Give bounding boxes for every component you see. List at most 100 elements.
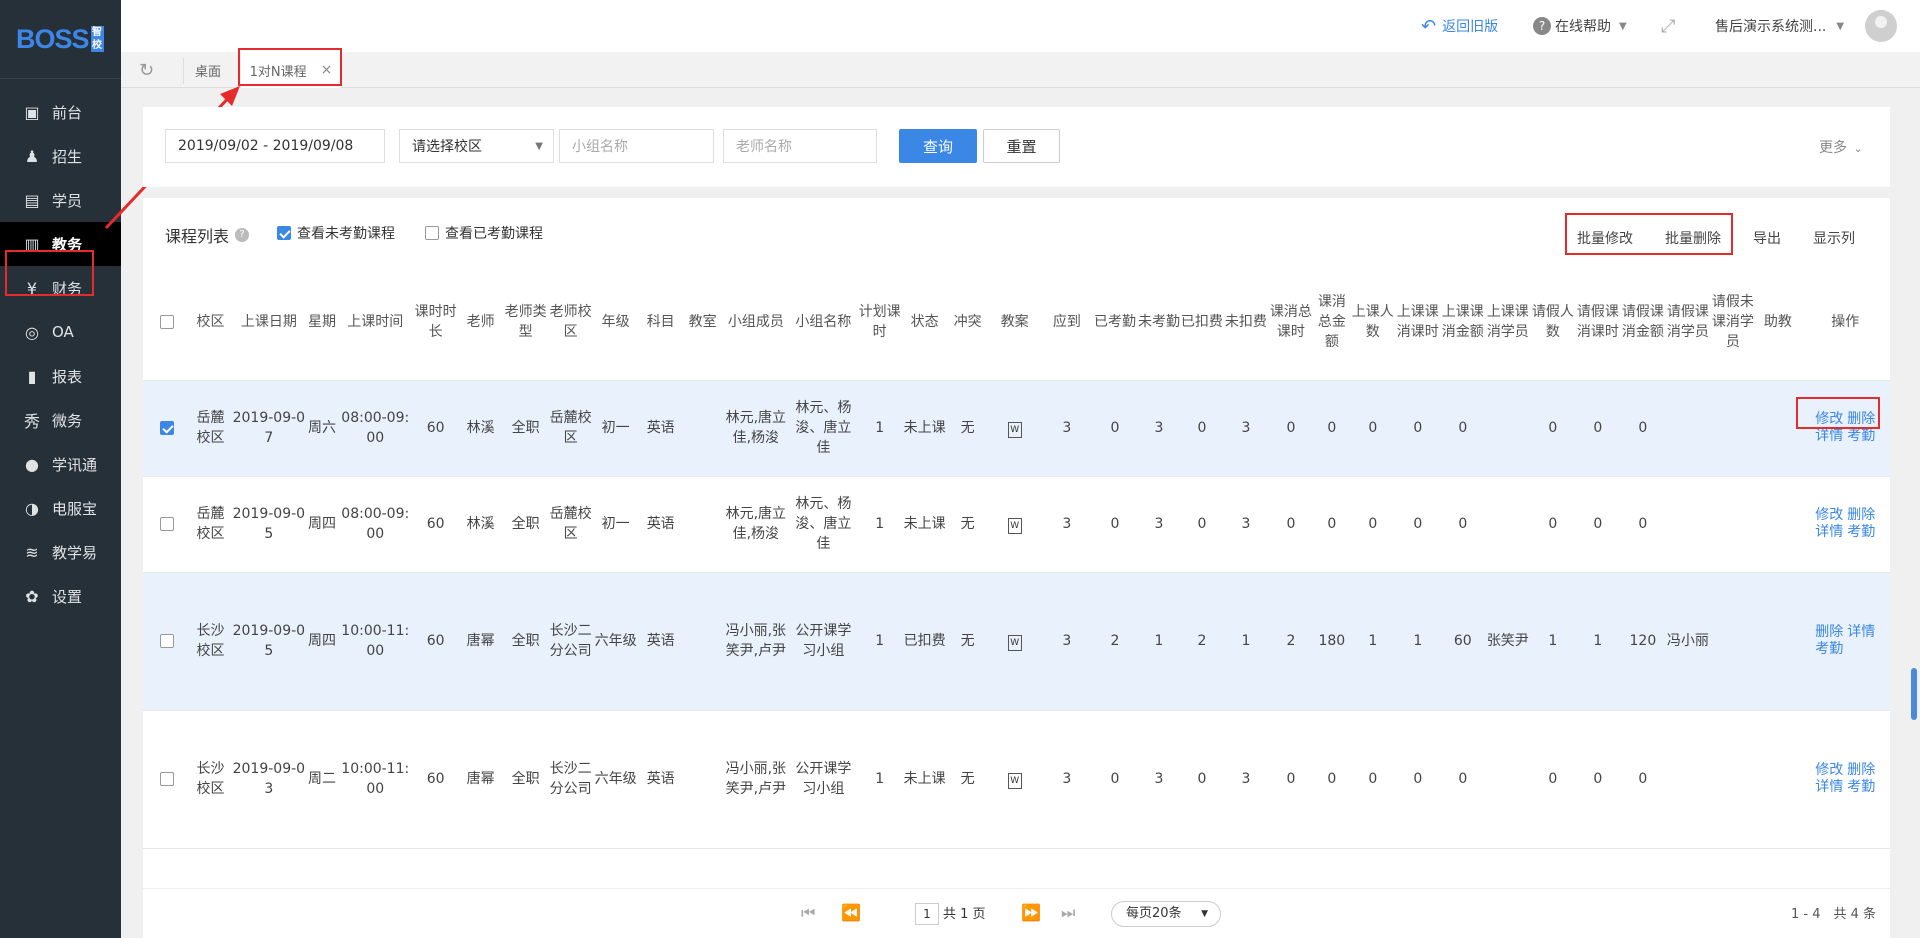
cell-lv_un [1710,380,1756,477]
delete-link[interactable]: 删除 [1847,507,1875,523]
sidebar-item-9[interactable]: ◑ 电服宝 [0,486,121,530]
attendance-link[interactable]: 考勤 [1847,428,1875,444]
cell-dur: 60 [413,476,459,573]
row-checkbox[interactable] [159,421,174,435]
word-doc-icon[interactable] [1007,422,1022,438]
sidebar-item-label: 微务 [52,411,83,430]
more-toggle[interactable]: 更多 ⌄ [1819,137,1863,157]
lesson-plan-cell [988,476,1042,573]
teacher-name-input[interactable]: 老师名称 [723,129,877,163]
scrollbar[interactable] [1908,88,1920,938]
campus-select[interactable]: 请选择校区 ▼ [399,129,554,163]
column-header: 已扣费 [1180,264,1224,381]
column-header: 计划课时 [857,264,903,381]
sidebar-item-10[interactable]: ≋ 教学易 [0,530,121,574]
sidebar-item-6[interactable]: ▮ 报表 [0,354,121,398]
attendance-link[interactable]: 考勤 [1847,524,1875,540]
table-row[interactable]: 长沙校区 2019-09-03 周二 10:00-11:00 60 唐幂 全职 长沙二分公司六… [143,710,1890,849]
scrollbar-thumb[interactable] [1911,668,1917,720]
word-doc-icon[interactable] [1007,635,1022,651]
row-checkbox[interactable] [159,772,174,786]
row-checkbox[interactable] [159,517,174,531]
reset-button[interactable]: 重置 [983,129,1060,163]
next-page-icon[interactable]: ⏩ [1021,903,1041,922]
online-help-dropdown[interactable]: ? 在线帮助 ▼ [1533,0,1627,52]
cell-lv_n: 0 [1530,476,1576,573]
cell-members: 冯小丽,张笑尹,卢尹 [722,572,790,711]
cell-group: 公开课学习小组 [789,572,858,711]
question-icon[interactable]: ? [235,228,250,242]
cell-lv_h: 1 [1575,572,1621,711]
page-input[interactable]: 1 [915,903,939,925]
date-range-input[interactable]: 2019/09/02 - 2019/09/08 [165,129,385,163]
word-doc-icon[interactable] [1007,518,1022,534]
cell-att: 0 [1092,380,1138,477]
cell-time: 10:00-11:00 [337,710,414,849]
sidebar-item-11[interactable]: ✿ 设置 [0,574,121,618]
total-pages: 共 1 页 [943,907,986,922]
cell-ded: 0 [1180,380,1224,477]
column-header: 课时时长 [413,264,459,381]
column-header: 老师 [458,264,504,381]
last-page-icon[interactable]: ⏭ [1061,903,1075,923]
sidebar-item-8[interactable]: ● 学讯通 [0,442,121,486]
attendance-link[interactable]: 考勤 [1815,641,1843,657]
delete-link[interactable]: 删除 [1815,624,1843,640]
prev-page-icon[interactable]: ⏪ [841,903,861,922]
gear-icon: ✿ [25,586,39,606]
cell-plan: 1 [857,476,903,573]
cell-room [683,476,723,573]
cell-conflict: 无 [947,710,989,849]
column-header: 应到 [1041,264,1093,381]
detail-link[interactable]: 详情 [1815,428,1843,444]
detail-link[interactable]: 详情 [1815,524,1843,540]
show-attended-label: 查看已考勤课程 [445,226,543,242]
expand-icon[interactable]: ⤢ [1661,0,1675,52]
column-header: 科目 [638,264,684,381]
cell-due: 3 [1041,710,1093,849]
phone-service-icon: ◑ [25,498,39,518]
filter-panel: 2019/09/02 - 2019/09/08 请选择校区 ▼ 小组名称 老师名… [143,107,1890,187]
cell-time: 08:00-09:00 [337,476,414,573]
show-attended-checkbox[interactable]: 查看已考勤课程 [425,223,543,243]
sidebar-item-5[interactable]: ◎ OA [0,310,121,354]
cell-time: 10:00-11:00 [337,572,414,711]
sidebar-item-7[interactable]: 秀微务 [0,398,121,442]
attendance-link[interactable]: 考勤 [1847,779,1875,795]
first-page-icon[interactable]: ⏮ [801,903,815,923]
cell-campus: 岳麓校区 [190,476,231,573]
edit-link[interactable]: 修改 [1815,507,1843,523]
cell-dur: 60 [413,710,459,849]
group-name-input[interactable]: 小组名称 [559,129,714,163]
back-old-version-link[interactable]: ↶ 返回旧版 [1421,0,1498,52]
undo-icon: ↶ [1421,15,1437,37]
select-all-checkbox[interactable] [159,314,174,329]
cell-due: 3 [1041,572,1093,711]
column-header: 小组成员 [722,264,790,381]
cell-tcampus: 岳麓校区 [548,476,594,573]
query-button[interactable]: 查询 [899,129,977,163]
avatar[interactable] [1865,10,1897,42]
row-checkbox[interactable] [159,634,174,648]
cell-teacher: 林溪 [458,476,504,573]
per-page-select[interactable]: 每页20条 ▼ [1111,901,1221,927]
delete-link[interactable]: 删除 [1847,762,1875,778]
table-row[interactable]: 长沙校区 2019-09-05 周四 10:00-11:00 60 唐幂 全职 长沙二分公司六… [143,572,1890,711]
detail-link[interactable]: 详情 [1815,779,1843,795]
list-title: 课程列表 ? [165,223,250,247]
column-header: 已考勤 [1092,264,1138,381]
cell-assist [1755,380,1801,477]
edit-link[interactable]: 修改 [1815,762,1843,778]
table-row[interactable]: 岳麓校区 2019-09-07 周六 08:00-09:00 60 林溪 全职 岳麓校区 初一英… [143,380,1890,477]
table-row[interactable]: 岳麓校区 2019-09-05 周四 08:00-09:00 60 林溪 全职 岳麓校区 初一英… [143,476,1890,573]
word-doc-icon[interactable] [1007,773,1022,789]
cell-lv_stu: 冯小丽 [1665,572,1711,711]
columns-button[interactable]: 显示列 [1813,228,1855,248]
course-table: 校区 上课日期 星期 上课时间 课时时长 老师 老师类型 老师校区 年级 科目 教室 小组成员 小组名称… [143,264,1890,849]
export-button[interactable]: 导出 [1753,228,1781,248]
cell-ded: 0 [1180,476,1224,573]
column-header: 操作 [1800,264,1890,381]
user-menu[interactable]: 售后演示系统测... ▼ [1715,0,1844,52]
detail-link[interactable]: 详情 [1847,624,1875,640]
show-unattended-checkbox[interactable]: 查看未考勤课程 [277,223,395,243]
